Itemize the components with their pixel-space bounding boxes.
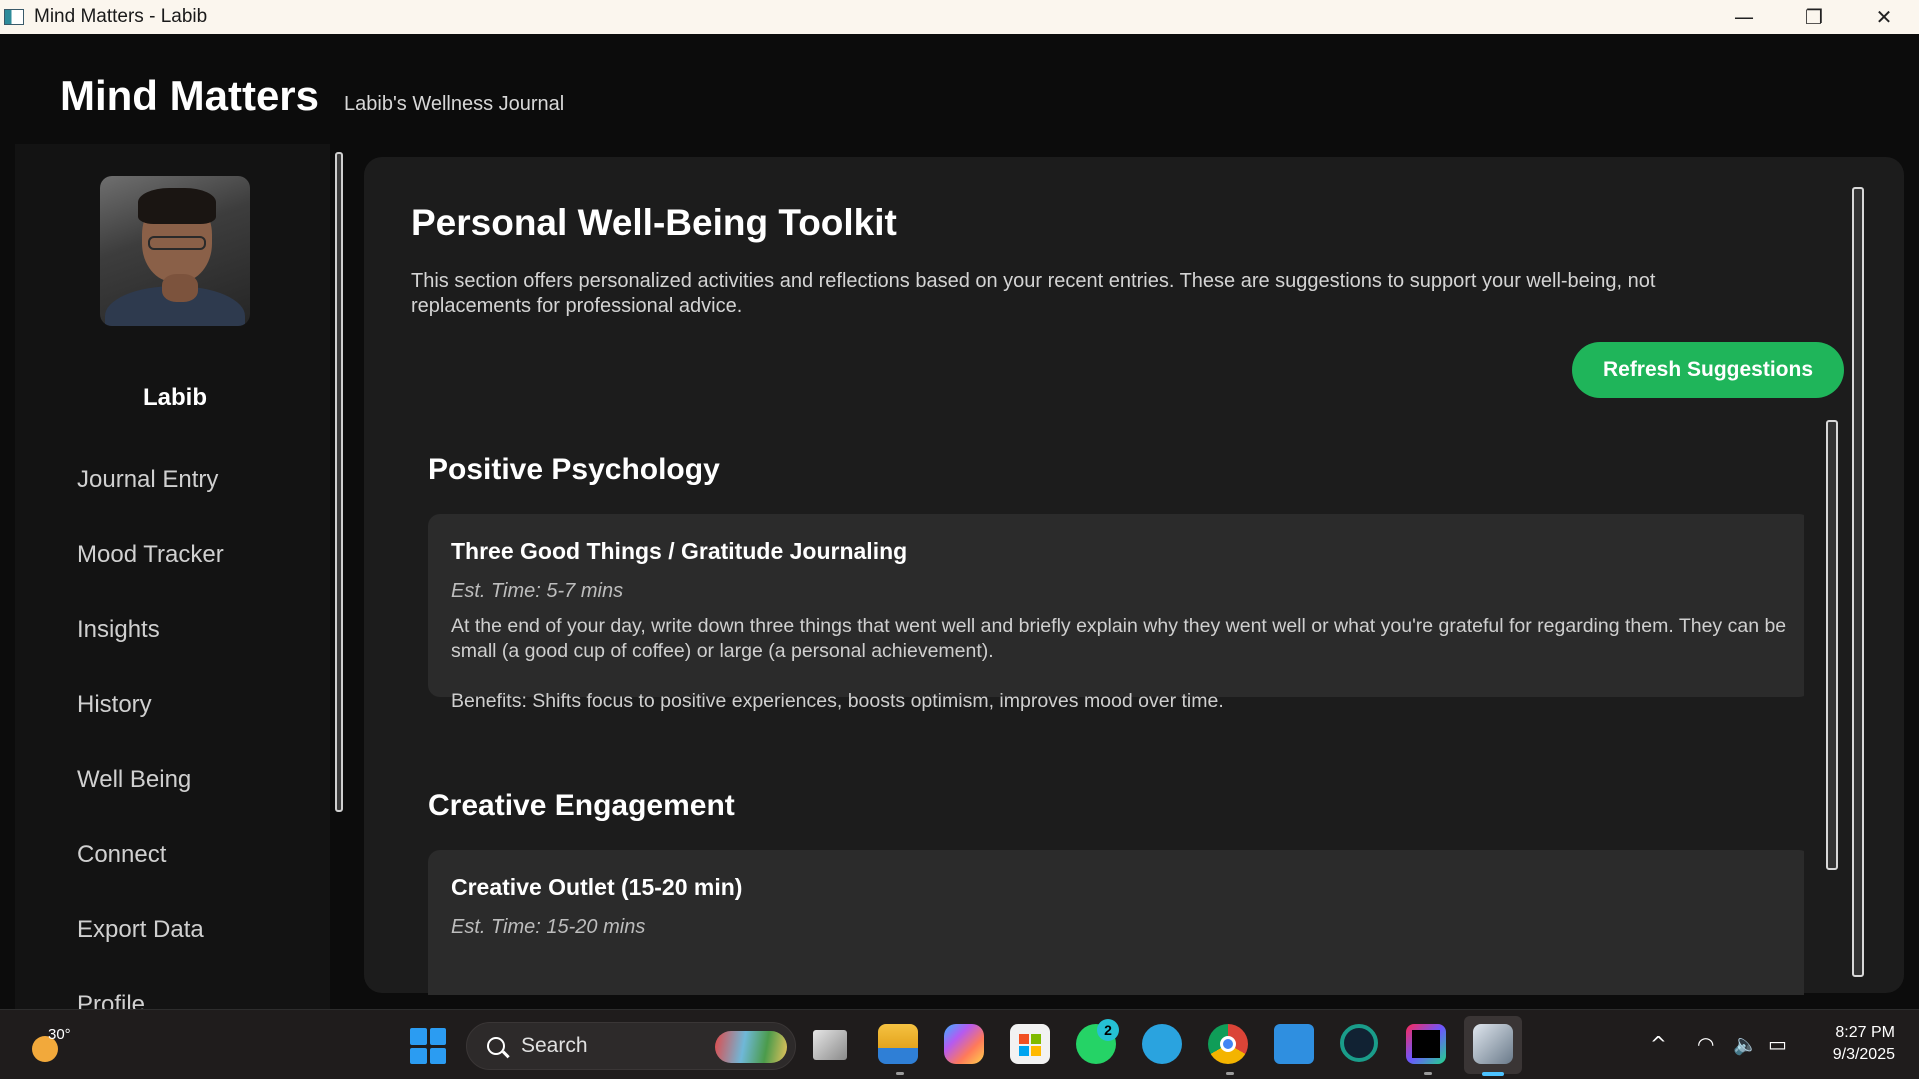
app-header: Mind Matters Labib's Wellness Journal bbox=[60, 72, 564, 120]
sidebar-item-connect[interactable]: Connect bbox=[77, 841, 166, 869]
search-highlight-image bbox=[715, 1031, 787, 1063]
suggestions-list: Positive Psychology Three Good Things / … bbox=[404, 413, 1804, 995]
intellij-icon-inner bbox=[1412, 1030, 1440, 1058]
window-titlebar: Mind Matters - Labib — ❐ ✕ bbox=[0, 0, 1919, 34]
user-name: Labib bbox=[143, 384, 207, 411]
store-icon-square bbox=[1019, 1046, 1029, 1056]
taskbar: 30° Search 2 ^ ◠ 🔈 ▭ 8:27 PM 9/3/2025 bbox=[0, 1009, 1919, 1079]
intellij-icon[interactable] bbox=[1406, 1024, 1446, 1064]
avatar bbox=[100, 176, 250, 326]
activity-card: Three Good Things / Gratitude Journaling… bbox=[428, 514, 1804, 712]
sidebar-item-journal-entry[interactable]: Journal Entry bbox=[77, 466, 218, 494]
refresh-suggestions-button[interactable]: Refresh Suggestions bbox=[1572, 342, 1844, 398]
main-scrollbar[interactable] bbox=[1852, 187, 1866, 977]
store-icon[interactable] bbox=[1010, 1024, 1050, 1064]
copilot-icon[interactable] bbox=[944, 1024, 984, 1064]
sidebar-item-mood-tracker[interactable]: Mood Tracker bbox=[77, 541, 224, 569]
close-button[interactable]: ✕ bbox=[1849, 0, 1919, 34]
activity-description: At the end of your day, write down three… bbox=[451, 615, 1787, 662]
activity-title: Creative Outlet (15-20 min) bbox=[451, 874, 743, 900]
sidebar-item-insights[interactable]: Insights bbox=[77, 616, 160, 644]
window-title: Mind Matters - Labib bbox=[34, 6, 208, 27]
active-app-indicator bbox=[1482, 1072, 1504, 1076]
sidebar-item-export-data[interactable]: Export Data bbox=[77, 916, 204, 944]
weather-icon[interactable]: 30° bbox=[28, 1024, 71, 1064]
store-icon-square bbox=[1031, 1046, 1041, 1056]
section-title-positive-psychology: Positive Psychology bbox=[428, 453, 720, 486]
volume-icon[interactable]: 🔈 bbox=[1733, 1032, 1758, 1056]
weather-temp: 30° bbox=[48, 1026, 71, 1043]
activity-time: Est. Time: 15-20 mins bbox=[451, 916, 646, 938]
activity-title: Three Good Things / Gratitude Journaling bbox=[451, 538, 908, 564]
start-icon-pane bbox=[410, 1028, 427, 1045]
clock-time: 8:27 PM bbox=[1835, 1024, 1895, 1041]
activity-benefits: Benefits: Shifts focus to positive exper… bbox=[451, 690, 1224, 712]
tray-overflow-chevron[interactable]: ^ bbox=[1650, 1032, 1667, 1056]
vscode-icon[interactable] bbox=[1274, 1024, 1314, 1064]
section-title-creative-engagement: Creative Engagement bbox=[428, 789, 735, 822]
taskbar-search[interactable]: Search bbox=[466, 1022, 796, 1070]
clock-date: 9/3/2025 bbox=[1832, 1046, 1895, 1063]
start-icon-pane bbox=[410, 1047, 427, 1064]
activity-card: Creative Outlet (15-20 min) Est. Time: 1… bbox=[428, 850, 1804, 995]
suggestions-scrollbar[interactable] bbox=[1826, 420, 1840, 960]
restore-button[interactable]: ❐ bbox=[1779, 0, 1849, 34]
page-description: This section offers personalized activit… bbox=[411, 270, 1656, 317]
suggestions-scrollbar-thumb[interactable] bbox=[1826, 420, 1838, 870]
chrome-icon-center bbox=[1220, 1036, 1236, 1052]
avatar-hair bbox=[138, 188, 216, 224]
wifi-icon[interactable]: ◠ bbox=[1697, 1032, 1714, 1056]
screen-recorder-icon[interactable] bbox=[1340, 1024, 1378, 1062]
store-icon-square bbox=[1019, 1034, 1029, 1044]
main-scrollbar-thumb[interactable] bbox=[1852, 187, 1864, 977]
sidebar-item-history[interactable]: History bbox=[77, 691, 152, 719]
sidebar-scrollbar[interactable] bbox=[333, 144, 347, 1009]
chrome-icon[interactable] bbox=[1208, 1024, 1248, 1064]
sidebar-item-well-being[interactable]: Well Being bbox=[77, 766, 191, 794]
avatar-glasses bbox=[148, 236, 206, 250]
telegram-icon[interactable] bbox=[1142, 1024, 1182, 1064]
app-brand: Mind Matters bbox=[60, 72, 320, 119]
java-app-icon[interactable] bbox=[1473, 1024, 1513, 1064]
sidebar: Labib Journal Entry Mood Tracker Insight… bbox=[15, 144, 330, 1018]
file-explorer-icon[interactable] bbox=[878, 1024, 918, 1064]
file-explorer-running-indicator bbox=[896, 1072, 904, 1075]
search-icon bbox=[487, 1037, 505, 1055]
store-icon-square bbox=[1031, 1034, 1041, 1044]
app-icon bbox=[4, 9, 24, 25]
taskbar-clock[interactable]: 8:27 PM 9/3/2025 bbox=[1833, 1022, 1895, 1066]
whatsapp-badge: 2 bbox=[1097, 1019, 1119, 1041]
task-view-icon[interactable] bbox=[813, 1030, 847, 1060]
minimize-button[interactable]: — bbox=[1709, 0, 1779, 34]
sidebar-scrollbar-thumb[interactable] bbox=[335, 152, 343, 812]
chrome-running-indicator bbox=[1226, 1072, 1234, 1075]
app-subtitle: Labib's Wellness Journal bbox=[344, 93, 565, 115]
avatar-hand bbox=[162, 274, 198, 302]
window-controls: — ❐ ✕ bbox=[1709, 0, 1919, 34]
start-icon-pane bbox=[429, 1047, 446, 1064]
activity-time: Est. Time: 5-7 mins bbox=[451, 580, 624, 602]
battery-icon[interactable]: ▭ bbox=[1768, 1032, 1787, 1056]
intellij-running-indicator bbox=[1424, 1072, 1432, 1075]
start-icon-pane bbox=[429, 1028, 446, 1045]
start-icon[interactable] bbox=[410, 1028, 446, 1064]
main-panel: Personal Well-Being Toolkit This section… bbox=[364, 157, 1904, 995]
page-title: Personal Well-Being Toolkit bbox=[411, 202, 897, 243]
app-window: Mind Matters Labib's Wellness Journal La… bbox=[0, 34, 1919, 1018]
search-label: Search bbox=[521, 1034, 588, 1057]
